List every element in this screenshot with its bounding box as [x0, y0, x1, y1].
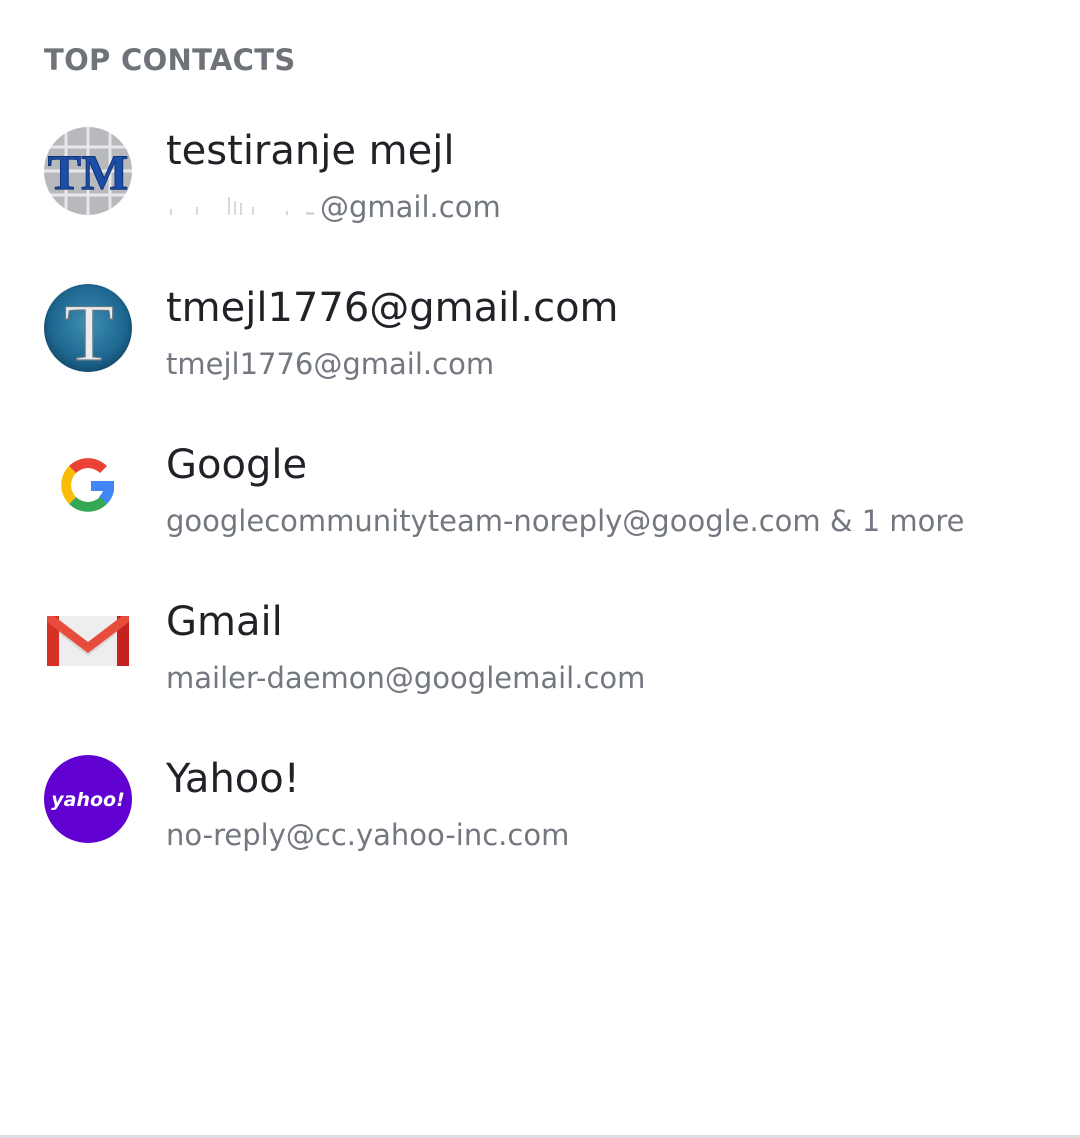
top-contacts-screen: TOP CONTACTS TM testiranje mejl @gmail.c…	[0, 0, 1080, 1138]
contact-item-yahoo[interactable]: yahoo! Yahoo! no-reply@cc.yahoo-inc.com	[0, 733, 1080, 890]
tm-photo-avatar-icon: TM	[44, 127, 132, 215]
contact-name: Yahoo!	[166, 756, 300, 802]
section-header-top-contacts: TOP CONTACTS	[44, 43, 296, 77]
t-letter-photo-avatar-icon: T	[44, 284, 132, 372]
contact-email: no-reply@cc.yahoo-inc.com	[166, 818, 570, 852]
contact-name: Google	[166, 442, 308, 488]
contact-email: @gmail.com	[166, 187, 501, 227]
svg-text:TM: TM	[48, 144, 129, 200]
contact-name: Gmail	[166, 599, 283, 645]
contact-email: mailer-daemon@googlemail.com	[166, 661, 646, 695]
contact-item-tmejl1776[interactable]: T tmejl1776@gmail.com tmejl1776@gmail.co…	[0, 262, 1080, 419]
contact-item-gmail[interactable]: Gmail mailer-daemon@googlemail.com	[0, 576, 1080, 733]
contact-email-suffix: @gmail.com	[320, 190, 501, 224]
contact-list: TM testiranje mejl @gmail.com T tmejl177…	[0, 105, 1080, 890]
svg-text:T: T	[64, 287, 114, 372]
contact-name: testiranje mejl	[166, 128, 455, 174]
gmail-envelope-icon	[44, 598, 132, 686]
yahoo-logo-icon: yahoo!	[44, 755, 132, 843]
contact-item-testiranje-mejl[interactable]: TM testiranje mejl @gmail.com	[0, 105, 1080, 262]
contact-name: tmejl1776@gmail.com	[166, 285, 619, 331]
contact-email: googlecommunityteam-noreply@google.com &…	[166, 504, 965, 538]
contact-item-google[interactable]: Google googlecommunityteam-noreply@googl…	[0, 419, 1080, 576]
redacted-email-prefix	[166, 197, 320, 217]
contact-email: tmejl1776@gmail.com	[166, 347, 495, 381]
yahoo-logo-text: yahoo!	[51, 789, 125, 811]
google-g-icon	[44, 441, 132, 529]
